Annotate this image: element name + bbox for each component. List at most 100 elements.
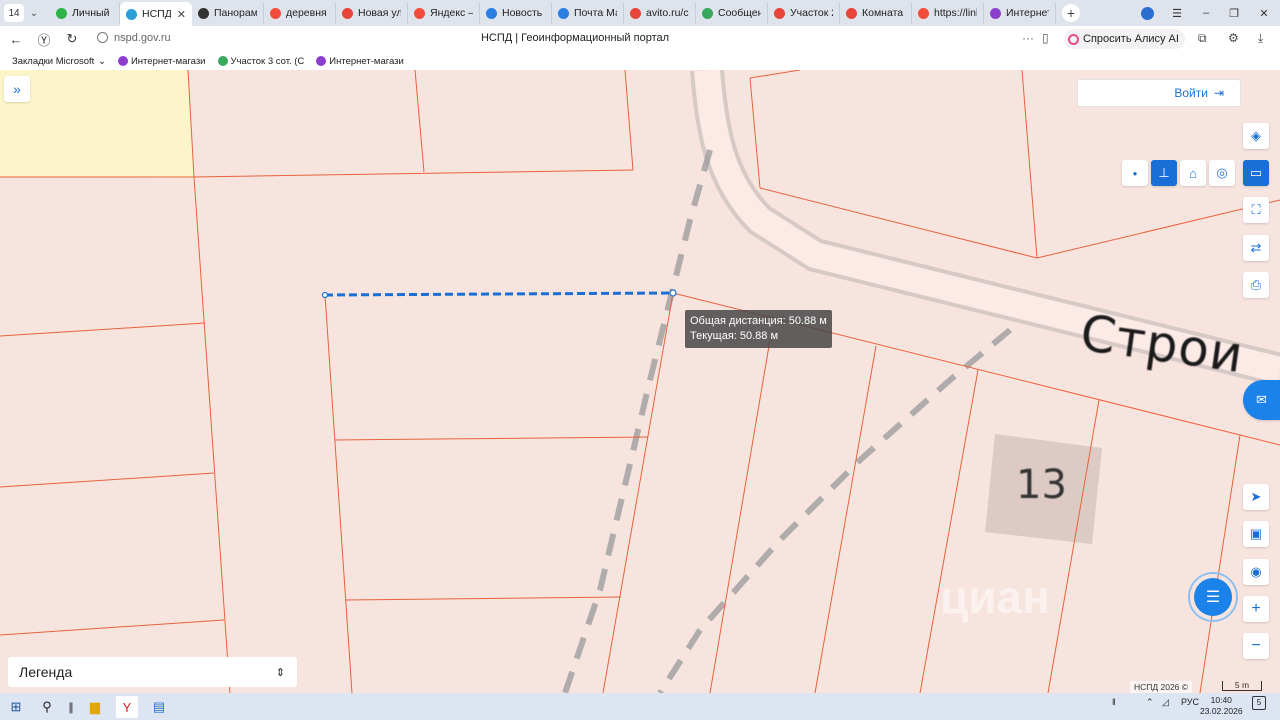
tab-count[interactable]: 14 [4,4,24,22]
locate-button[interactable]: ◉ [1243,559,1269,585]
tab[interactable]: Новая ули [336,2,408,24]
login-button[interactable]: Войти ⇥ [1077,79,1241,107]
tab-label: Сообщени [718,7,761,19]
chevron-down-icon[interactable]: ⌄ [98,56,106,67]
menu-icon[interactable]: ☰ [1163,0,1191,26]
chat-icon: ☰ [1194,578,1232,616]
windows-start-icon[interactable]: ⊞ [5,696,27,718]
share-icon: ⇄ [1250,240,1262,255]
bookmark-item[interactable]: Закладки Microsoft ⌄ [12,56,106,67]
tab-favicon-icon [774,7,785,19]
network-icon[interactable]: ◿ [1162,697,1169,708]
measure-point-start[interactable] [321,291,329,299]
bookmark-favicon-icon [217,56,228,66]
tab[interactable]: Яндекс — ( [408,2,480,24]
time: 10:40 [1210,695,1232,705]
search-icon[interactable]: ⚲ [36,696,58,718]
tab-favicon-icon [414,7,425,19]
new-tab-button[interactable]: + [1062,4,1080,22]
tab[interactable]: Участок 20 [768,2,840,24]
tab[interactable]: avito.ru/ch [624,2,696,24]
navigate-icon: ➤ [1250,489,1262,504]
tab[interactable]: https://link [912,2,984,24]
close-window-icon[interactable]: ✕ [1250,0,1278,26]
map-canvas[interactable]: Строи 13 циан Общая дистанция: 50.88 м Т… [0,70,1280,693]
login-icon: ⇥ [1213,86,1224,100]
tab[interactable]: Комната 1 [840,2,912,24]
chevron-down-icon[interactable]: ⌄ [24,8,44,19]
tab[interactable]: Сообщени [696,2,768,24]
navigate-button[interactable]: ➤ [1243,484,1269,510]
bookmark-item[interactable]: Интернет-магази [316,56,404,67]
tab[interactable]: Почта Ма [552,2,624,24]
downloads-icon[interactable]: ⤓ [1258,31,1263,46]
zoom-in-button[interactable]: + [1243,596,1269,622]
tab-favicon-icon [126,8,137,20]
expand-sidebar-button[interactable]: » [4,76,30,102]
measure-area-button[interactable]: ⌂ [1180,160,1206,186]
tab[interactable]: Панорама [192,2,264,24]
date: 23.02.2026 [1200,706,1243,716]
address-bar: ← Ⓨ ↻ nspd.gov.ru НСПД | Геоинформационн… [0,26,1280,52]
ruler-button[interactable]: ▭ [1243,160,1269,186]
legend-label: Легенда [19,664,73,680]
tab-favicon-icon [342,7,353,19]
bookmark-icon[interactable]: ▯ [1042,31,1049,45]
assistant-button[interactable]: ✉ [1243,380,1280,420]
ruler-line-icon: ⊥ [1158,165,1170,180]
tab-label: Яндекс — ( [430,7,473,19]
more-icon[interactable]: ··· [1022,31,1034,45]
layers-button[interactable]: ◈ [1243,123,1269,149]
yandex-browser-icon[interactable]: Y [116,696,138,718]
measure-radius-button[interactable]: ◎ [1209,160,1235,186]
alice-button[interactable]: Спросить Алису AI [1064,29,1185,49]
share-button[interactable]: ⇄ [1243,235,1269,261]
bookmark-label: Интернет-магази [130,55,206,67]
notification-icon[interactable]: 5 [1252,696,1266,710]
bookmark-label: Участок 3 сот. (С [230,55,305,67]
zoom-out-button[interactable]: − [1243,633,1269,659]
bookmark-item[interactable]: Участок 3 сот. (С [217,55,305,67]
extensions-icon[interactable]: ⚙ [1228,31,1239,45]
layers-icon: ◈ [1251,128,1261,143]
tab-strip: 14 ⌄ Личный ка НСПД | ✕ Панорама деревня М Но… [0,0,1280,26]
page-title: НСПД | Геоинформационный портал [480,32,670,44]
chat-button[interactable]: ☰ [1188,572,1238,622]
restore-icon[interactable]: ❐ [1220,0,1248,26]
bookmark-item[interactable]: Интернет-магази [117,55,206,67]
legend-dropdown[interactable]: Легенда ⇕ [8,657,297,687]
map-svg [0,70,1280,693]
profile-icon[interactable] [1133,0,1161,26]
language-indicator[interactable]: РУС [1181,697,1199,707]
measure-point-end[interactable] [669,289,677,297]
print-button[interactable]: ⎙ [1243,272,1269,298]
tab-label: Интернет- [1006,7,1049,19]
tab[interactable]: Новость [480,2,552,24]
minimap-button[interactable]: ▣ [1243,521,1269,547]
measure-point-button[interactable]: ● [1122,160,1148,186]
app-icon[interactable]: ▤ [148,696,170,718]
tray-chevron-icon[interactable]: ⌃ [1146,697,1154,708]
bookmark-favicon-icon [316,56,327,66]
minimize-icon[interactable]: – [1192,0,1220,26]
bookmarks-bar: Закладки Microsoft ⌄ Интернет-магази Участ… [0,52,1280,70]
collections-icon[interactable]: ⧉ [1198,31,1207,46]
tab[interactable]: Интернет- [984,2,1056,24]
tab-active[interactable]: НСПД | ✕ [120,2,192,26]
tab[interactable]: деревня М [264,2,336,24]
tab-close-icon[interactable]: ✕ [177,8,186,21]
tab[interactable]: Личный ка [50,2,120,24]
watermark: циан [940,571,1050,623]
login-label: Войти [1174,86,1208,100]
explorer-icon[interactable]: ▆ [84,696,106,718]
measure-distance-button[interactable]: ⊥ [1151,160,1177,186]
tab-favicon-icon [990,7,1001,19]
radius-icon: ◎ [1216,165,1228,180]
task-view-icon[interactable]: ∥ [60,696,82,718]
tray-separator: ‖ [1112,697,1116,707]
clock[interactable]: 10:40 23.02.2026 [1200,695,1243,717]
updown-icon: ⇕ [275,666,285,679]
tab-favicon-icon [846,7,857,19]
select-area-button[interactable]: ⛶ [1243,197,1269,223]
select-icon: ⛶ [1251,202,1261,217]
